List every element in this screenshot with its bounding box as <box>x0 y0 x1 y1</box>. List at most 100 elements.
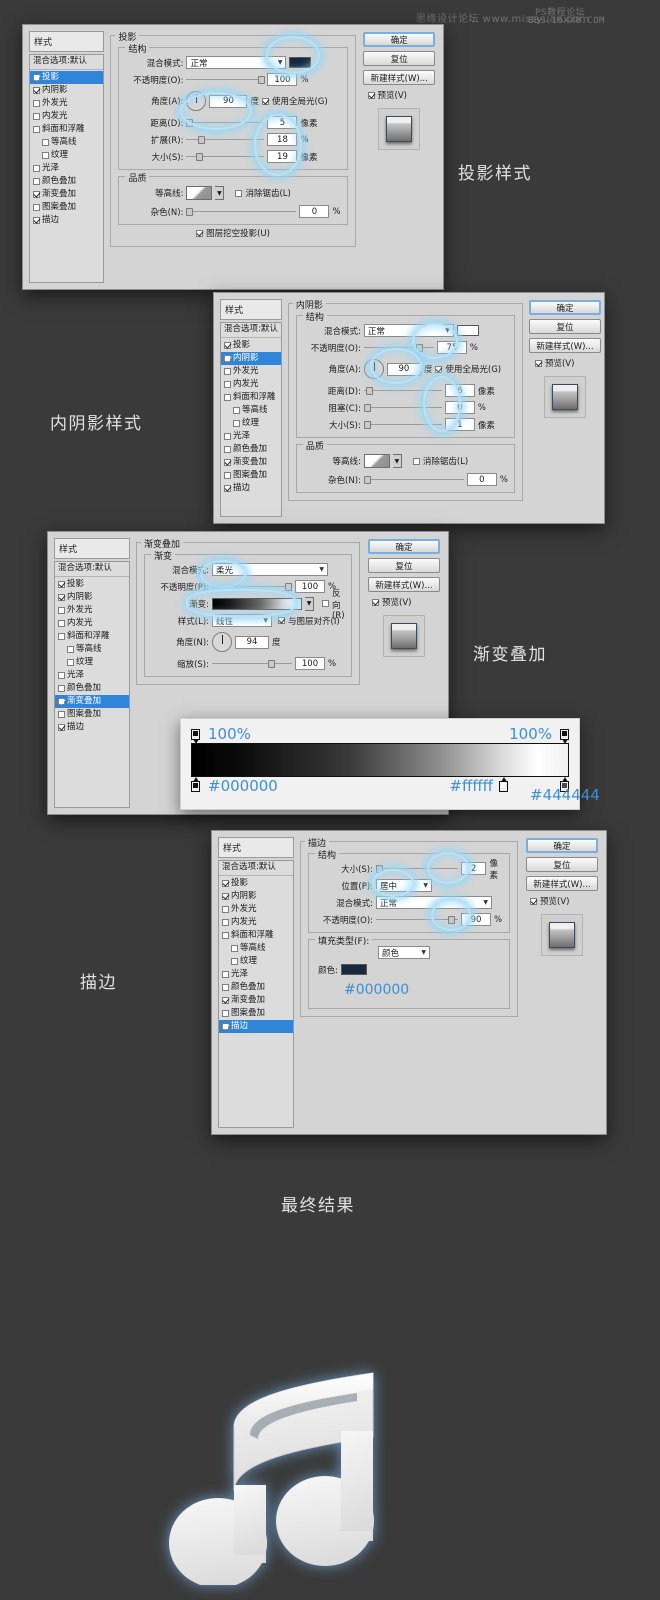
reverse-checkbox[interactable] <box>322 600 329 607</box>
opacity-slider[interactable] <box>376 913 458 926</box>
checkbox-icon[interactable] <box>58 594 65 601</box>
angle-input[interactable]: 90 <box>387 363 421 376</box>
reset-button[interactable]: 复位 <box>526 857 598 872</box>
distance-slider[interactable] <box>186 116 264 129</box>
new-style-button[interactable]: 新建样式(W)... <box>363 70 435 85</box>
ok-button[interactable]: 确定 <box>526 838 598 853</box>
checkbox-icon[interactable] <box>222 919 229 926</box>
preview-checkbox[interactable] <box>372 599 379 606</box>
slider-knob[interactable] <box>366 387 373 395</box>
contour-preview[interactable] <box>364 454 390 468</box>
size-slider[interactable] <box>186 150 264 163</box>
checkbox-icon[interactable] <box>33 100 40 107</box>
size-slider[interactable] <box>376 862 458 875</box>
new-style-button[interactable]: 新建样式(W)... <box>368 577 440 592</box>
scale-input[interactable]: 100 <box>295 657 325 670</box>
reset-button[interactable]: 复位 <box>368 558 440 573</box>
checkbox-icon[interactable] <box>67 646 74 653</box>
preview-checkbox[interactable] <box>535 360 542 367</box>
noise-input[interactable]: 0 <box>299 205 329 218</box>
checkbox-icon[interactable] <box>222 906 229 913</box>
checkbox-icon[interactable] <box>222 1010 229 1017</box>
sidebar-item-blending-options[interactable]: 混合选项:默认 <box>219 861 293 876</box>
checkbox-icon[interactable] <box>58 620 65 627</box>
choke-slider[interactable] <box>364 401 442 414</box>
sidebar-item-drop-shadow[interactable]: 投影 <box>55 578 129 591</box>
checkbox-icon[interactable] <box>42 152 49 159</box>
color-stop-white[interactable] <box>499 781 508 792</box>
checkbox-icon[interactable] <box>33 204 40 211</box>
checkbox-icon[interactable] <box>58 698 65 705</box>
preview-row[interactable]: 预览(V) <box>372 596 411 608</box>
dialog-stroke[interactable]: 样式 混合选项:默认 投影 内阴影 外发光 内发光 斜面和浮雕 <box>211 830 607 1135</box>
sidebar-item-blending-options[interactable]: 混合选项:默认 <box>55 562 129 577</box>
checkbox-icon[interactable] <box>58 633 65 640</box>
opacity-slider[interactable] <box>364 341 434 354</box>
chevron-down-icon[interactable]: ▼ <box>305 597 314 611</box>
slider-knob[interactable] <box>448 916 455 924</box>
checkbox-icon[interactable] <box>224 446 231 453</box>
checkbox-icon[interactable] <box>224 485 231 492</box>
sidebar-item-pattern-overlay[interactable]: 图案叠加 <box>219 1007 293 1020</box>
preview-row[interactable]: 预览(V) <box>530 895 569 907</box>
checkbox-icon[interactable] <box>67 659 74 666</box>
checkbox-icon[interactable] <box>224 433 231 440</box>
position-select[interactable]: 居中 ▼ <box>376 879 432 892</box>
new-style-button[interactable]: 新建样式(W)... <box>526 876 598 891</box>
sidebar-item-pattern-overlay[interactable]: 图案叠加 <box>30 201 103 214</box>
sidebar-item-outer-glow[interactable]: 外发光 <box>55 604 129 617</box>
angle-dial[interactable] <box>364 359 384 379</box>
checkbox-icon[interactable] <box>33 87 40 94</box>
opacity-input[interactable]: 90 <box>461 913 491 926</box>
slider-knob[interactable] <box>376 865 383 873</box>
sidebar-item-inner-glow[interactable]: 内发光 <box>219 916 293 929</box>
sidebar-item-drop-shadow[interactable]: 投影 <box>221 339 281 352</box>
dialog-drop-shadow[interactable]: 样式 混合选项:默认 投影 内阴影 外发光 内发光 斜面和浮雕 <box>22 24 444 290</box>
spread-input[interactable]: 18 <box>267 133 297 146</box>
opacity-slider[interactable] <box>186 73 264 86</box>
checkbox-icon[interactable] <box>58 724 65 731</box>
checkbox-icon[interactable] <box>224 368 231 375</box>
sidebar-item-bevel-emboss[interactable]: 斜面和浮雕 <box>30 123 103 136</box>
checkbox-icon[interactable] <box>222 971 229 978</box>
styles-list[interactable]: 混合选项:默认 投影 内阴影 外发光 内发光 斜面和浮雕 <box>220 322 282 517</box>
slider-knob[interactable] <box>186 208 193 216</box>
sidebar-item-texture[interactable]: 纹理 <box>30 149 103 162</box>
sidebar-item-texture[interactable]: 纹理 <box>219 955 293 968</box>
gradient-preview[interactable] <box>212 598 302 610</box>
gradient-editor[interactable]: 100% 100% #000000 #ffffff <box>180 718 580 810</box>
opacity-input[interactable]: 100 <box>295 580 325 593</box>
stroke-color-swatch[interactable] <box>341 964 367 975</box>
angle-input[interactable]: 94 <box>235 636 269 649</box>
style-select[interactable]: 线性 ▼ <box>212 614 272 627</box>
sidebar-item-inner-glow[interactable]: 内发光 <box>55 617 129 630</box>
global-light-checkbox[interactable] <box>435 366 442 373</box>
noise-slider[interactable] <box>364 473 464 486</box>
checkbox-icon[interactable] <box>222 880 229 887</box>
blend-mode-select[interactable]: 柔光 ▼ <box>212 563 328 576</box>
sidebar-item-gradient-overlay[interactable]: 渐变叠加 <box>55 695 129 708</box>
styles-list[interactable]: 混合选项:默认 投影 内阴影 外发光 内发光 斜面和浮雕 <box>29 54 104 283</box>
antialias-checkbox[interactable] <box>235 190 242 197</box>
sidebar-item-contour[interactable]: 等高线 <box>221 404 281 417</box>
opacity-stop-right[interactable] <box>560 729 569 740</box>
checkbox-icon[interactable] <box>33 178 40 185</box>
slider-knob[interactable] <box>364 476 371 484</box>
checkbox-icon[interactable] <box>222 997 229 1004</box>
dialog-inner-shadow[interactable]: 样式 混合选项:默认 投影 内阴影 外发光 内发光 斜面和浮雕 <box>213 292 605 524</box>
blend-mode-select[interactable]: 正常 ▼ <box>186 56 286 69</box>
sidebar-item-color-overlay[interactable]: 颜色叠加 <box>30 175 103 188</box>
sidebar-item-drop-shadow[interactable]: 投影 <box>30 71 103 84</box>
gradient-strip[interactable] <box>191 743 569 777</box>
sidebar-item-inner-shadow[interactable]: 内阴影 <box>219 890 293 903</box>
slider-knob[interactable] <box>198 136 205 144</box>
knockout-checkbox[interactable] <box>196 230 203 237</box>
sidebar-item-bevel-emboss[interactable]: 斜面和浮雕 <box>219 929 293 942</box>
checkbox-icon[interactable] <box>33 217 40 224</box>
slider-knob[interactable] <box>285 583 292 591</box>
sidebar-item-outer-glow[interactable]: 外发光 <box>219 903 293 916</box>
opacity-input[interactable]: 75 <box>437 341 467 354</box>
styles-list[interactable]: 混合选项:默认 投影 内阴影 外发光 内发光 斜面和浮雕 <box>218 860 294 1128</box>
shadow-color-swatch[interactable] <box>289 57 311 68</box>
slider-knob[interactable] <box>364 404 371 412</box>
